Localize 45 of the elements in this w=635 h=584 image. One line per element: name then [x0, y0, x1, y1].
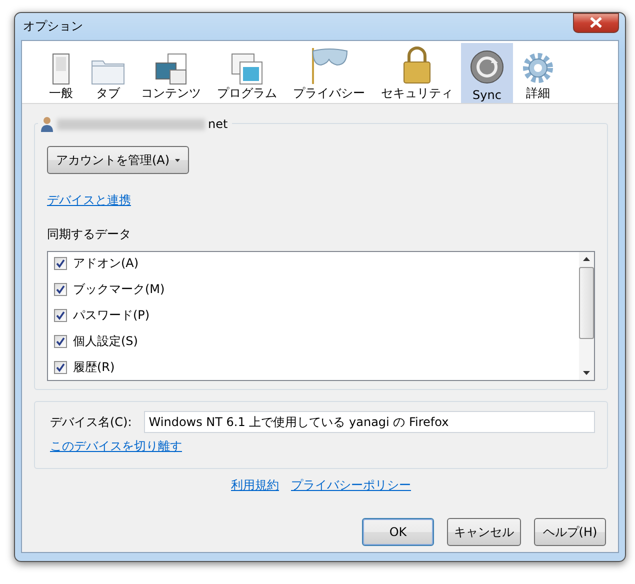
checkbox[interactable] — [54, 282, 67, 296]
checkbox[interactable] — [54, 308, 67, 322]
scroll-up-icon[interactable] — [583, 257, 590, 261]
toolbar-tab[interactable]: タブ — [83, 43, 133, 103]
pair-device-link[interactable]: デバイスと連携 — [47, 192, 131, 209]
checkbox[interactable] — [54, 360, 67, 374]
toolbar-tab[interactable]: コンテンツ — [133, 43, 209, 103]
toolbar-tab[interactable]: プログラム — [209, 43, 285, 103]
user-icon — [40, 116, 54, 132]
device-name-label: デバイス名(C): — [50, 414, 132, 430]
scroll-thumb[interactable] — [579, 267, 594, 339]
checkbox[interactable] — [54, 256, 67, 270]
device-name-field[interactable]: Windows NT 6.1 上で使用している yanagi の Firefox — [144, 411, 595, 433]
manage-account-button[interactable]: アカウントを管理(A) — [47, 146, 189, 174]
calendar-window-icon — [230, 53, 264, 85]
section-heading: 同期するデータ — [47, 226, 131, 243]
checkbox-label: パスワード(P) — [73, 306, 150, 324]
padlock-icon — [401, 45, 433, 85]
checkbox[interactable] — [54, 334, 67, 348]
checkbox-label: 履歴(R) — [73, 358, 115, 376]
footer-link[interactable]: 利用規約 — [231, 477, 279, 494]
dialog-button[interactable]: ヘルプ(H) — [534, 518, 606, 546]
scrollbar[interactable] — [579, 252, 594, 380]
window-title: オプション — [22, 18, 83, 35]
account-email: net — [208, 117, 228, 131]
toolbar-tab[interactable]: 一般 — [39, 43, 83, 103]
close-button[interactable] — [573, 12, 619, 32]
toolbar-tab[interactable]: プライバシー — [285, 43, 373, 103]
toolbar-tab[interactable]: セキュリティ — [373, 43, 461, 103]
checkbox-label: ブックマーク(M) — [73, 280, 165, 298]
documents-icon — [154, 53, 188, 85]
gear-icon — [521, 51, 555, 85]
footer-link[interactable]: プライバシーポリシー — [291, 477, 411, 494]
scroll-down-icon[interactable] — [583, 371, 590, 375]
checkbox-label: 個人設定(S) — [73, 332, 138, 350]
sync-icon — [469, 49, 505, 85]
dialog-button[interactable]: OK — [362, 518, 434, 546]
checkbox-label: アドオン(A) — [73, 254, 139, 272]
unlink-device-link[interactable]: このデバイスを切り離す — [50, 438, 595, 455]
toolbar-tab[interactable]: Sync — [461, 43, 513, 103]
mask-icon — [309, 45, 349, 85]
close-icon — [589, 17, 603, 28]
dialog-button[interactable]: キャンセル — [447, 518, 521, 546]
toolbar-tab[interactable]: 詳細 — [513, 43, 563, 103]
dropdown-icon — [174, 158, 180, 162]
